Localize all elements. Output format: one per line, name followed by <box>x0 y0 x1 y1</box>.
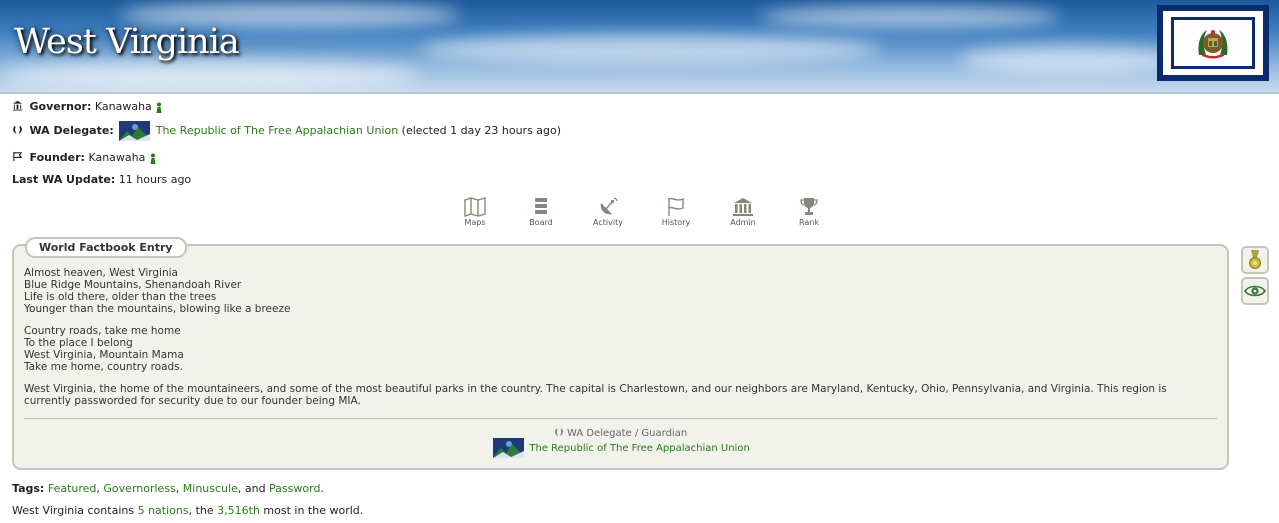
trophy-icon <box>800 198 818 215</box>
nav-admin-label: Admin <box>730 218 756 227</box>
tag-separator: , <box>175 482 183 495</box>
founder-person-icon <box>150 153 156 164</box>
factbook-tab: World Factbook Entry <box>25 237 187 258</box>
signature-nation-flag[interactable] <box>493 438 525 458</box>
medal-icon <box>1249 250 1261 269</box>
founder-value: Kanawaha <box>88 151 146 164</box>
laurel-icon <box>554 428 563 437</box>
map-icon <box>464 197 486 217</box>
population-middle: , the <box>188 504 218 517</box>
wa-delegate-elected-note: (elected 1 day 23 hours ago) <box>401 124 562 137</box>
tag-separator: , and <box>237 482 270 495</box>
factbook-paragraph: Country roads, take me home To the place… <box>24 325 184 373</box>
region-flag[interactable] <box>1157 5 1269 81</box>
founder-label: Founder: <box>29 151 85 164</box>
tags-label: Tags: <box>12 482 45 495</box>
nav-activity-label: Activity <box>593 218 623 227</box>
nav-board-label: Board <box>529 218 553 227</box>
founder-row: Founder: Kanawaha <box>12 151 157 165</box>
side-badges-button[interactable] <box>1241 246 1269 274</box>
last-wa-update-value: 11 hours ago <box>118 173 192 186</box>
rank-link[interactable]: 3,516th <box>217 504 260 517</box>
nav-rank[interactable]: Rank <box>784 197 834 227</box>
tag-separator: . <box>320 482 324 495</box>
governor-value: Kanawaha <box>94 100 152 113</box>
flag-icon <box>668 197 684 216</box>
tag-link[interactable]: Governorless <box>103 482 175 495</box>
factbook-text: Almost heaven, West Virginia Blue Ridge … <box>24 267 1215 417</box>
last-wa-update-row: Last WA Update: 11 hours ago <box>12 173 191 186</box>
population-suffix: most in the world. <box>259 504 364 517</box>
laurel-icon <box>12 124 26 138</box>
factbook-paragraph: West Virginia, the home of the mountaine… <box>24 383 1167 407</box>
founder-person-icon <box>156 102 162 113</box>
factbook-signature-nation: The Republic of The Free Appalachian Uni… <box>14 438 1227 458</box>
factbook-divider <box>24 418 1217 419</box>
region-nav: Maps Board Activity History Admin Rank <box>455 197 825 229</box>
signature-nation-link[interactable]: The Republic of The Free Appalachian Uni… <box>529 443 749 454</box>
governor-label: Governor: <box>29 100 92 113</box>
tag-link[interactable]: Minuscule <box>183 482 238 495</box>
nav-rank-label: Rank <box>799 218 819 227</box>
factbook-paragraph: Almost heaven, West Virginia Blue Ridge … <box>24 267 291 315</box>
bank-icon <box>733 198 753 216</box>
nav-maps[interactable]: Maps <box>450 197 500 227</box>
state-seal-icon <box>1198 30 1228 59</box>
nav-board[interactable]: Board <box>516 197 566 227</box>
factbook-panel: World Factbook Entry Almost heaven, West… <box>12 237 1229 470</box>
last-wa-update-label: Last WA Update: <box>12 173 116 186</box>
nav-history[interactable]: History <box>651 197 701 227</box>
bank-icon <box>12 100 26 114</box>
eye-icon <box>1244 285 1266 297</box>
nav-activity[interactable]: Activity <box>583 197 633 227</box>
governor-row: Governor: Kanawaha <box>12 100 163 114</box>
side-watch-button[interactable] <box>1241 277 1269 305</box>
nations-count-link[interactable]: 5 nations <box>138 504 189 517</box>
wa-delegate-label: WA Delegate: <box>29 124 114 137</box>
delegate-flag[interactable] <box>119 121 151 141</box>
tags-row: Tags: Featured, Governorless, Minuscule,… <box>12 482 324 495</box>
nav-maps-label: Maps <box>464 218 486 227</box>
tag-link[interactable]: Password <box>269 482 320 495</box>
tag-link[interactable]: Featured <box>48 482 97 495</box>
nav-history-label: History <box>661 218 691 227</box>
region-banner: West Virginia <box>0 0 1279 94</box>
wa-delegate-row: WA Delegate: The Republic of The Free Ap… <box>12 121 561 141</box>
region-title: West Virginia <box>14 22 240 62</box>
board-icon <box>535 198 547 214</box>
wa-delegate-link[interactable]: The Republic of The Free Appalachian Uni… <box>156 124 398 137</box>
satellite-dish-icon <box>600 197 618 215</box>
flag-icon <box>12 151 26 165</box>
nav-admin[interactable]: Admin <box>718 197 768 227</box>
population-prefix: West Virginia contains <box>12 504 138 517</box>
region-population-line: West Virginia contains 5 nations, the 3,… <box>12 504 363 517</box>
